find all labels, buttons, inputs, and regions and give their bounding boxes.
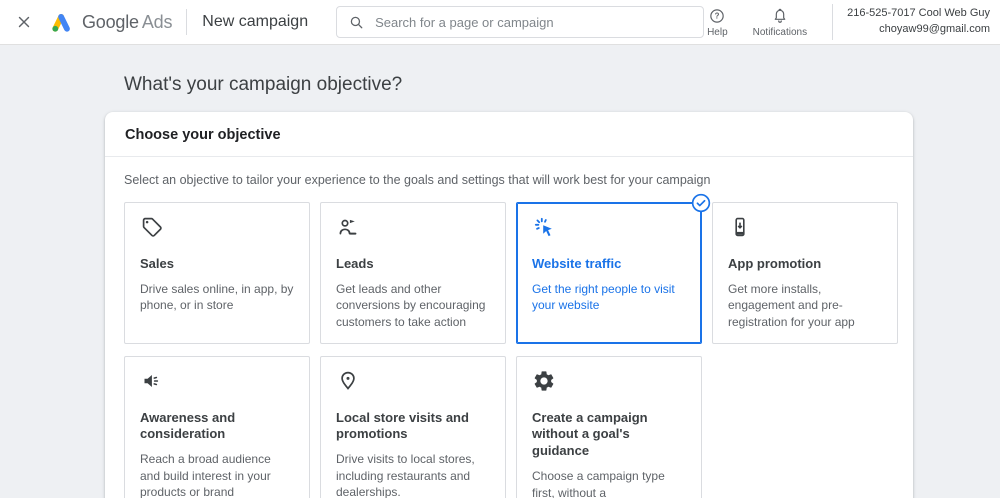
topbar-right: ? Help Notifications 216-525-7017 Cool W… [707, 4, 994, 40]
top-bar: GoogleAds New campaign ? Help Notificati… [0, 0, 1000, 45]
notifications-button[interactable]: Notifications [753, 7, 807, 38]
brand-wordmark: GoogleAds [82, 12, 172, 33]
objective-card-app-promotion[interactable]: App promotion Get more installs, engagem… [712, 202, 898, 344]
objective-card-leads[interactable]: Leads Get leads and other conversions by… [320, 202, 506, 344]
objective-description: Drive visits to local stores, including … [336, 451, 490, 498]
panel-title: Choose your objective [105, 112, 913, 157]
page-title: New campaign [202, 13, 308, 31]
google-ads-logo-icon [48, 10, 73, 35]
objective-title: Awareness and consideration [140, 410, 294, 444]
svg-text:?: ? [715, 11, 720, 20]
objective-title: Create a campaign without a goal's guida… [532, 410, 686, 461]
objective-title: Website traffic [532, 256, 686, 273]
objective-grid: Sales Drive sales online, in app, by pho… [124, 202, 898, 498]
objective-title: Local store visits and promotions [336, 410, 490, 444]
close-icon [15, 13, 33, 31]
objective-description: Get the right people to visit your websi… [532, 281, 686, 314]
account-email: choyaw99@gmail.com [847, 22, 990, 38]
bell-icon [771, 7, 789, 25]
brand-ads: Ads [142, 12, 172, 32]
megaphone-icon [140, 369, 164, 393]
objective-panel: Choose your objective Select an objectiv… [105, 112, 913, 498]
objective-card-create-a-campaign-without-a-goal-s-guidance[interactable]: Create a campaign without a goal's guida… [516, 356, 702, 498]
objective-title: App promotion [728, 256, 882, 273]
phone-download-icon [728, 215, 752, 239]
account-info[interactable]: 216-525-7017 Cool Web Guy choyaw99@gmail… [832, 4, 994, 40]
help-button[interactable]: ? Help [707, 7, 728, 38]
close-button[interactable] [10, 8, 38, 36]
person-leads-icon [336, 215, 360, 239]
topbar-divider [186, 9, 187, 35]
price-tag-icon [140, 215, 164, 239]
help-label: Help [707, 27, 728, 38]
objective-description: Reach a broad audience and build interes… [140, 451, 294, 498]
objective-card-awareness-and-consideration[interactable]: Awareness and consideration Reach a broa… [124, 356, 310, 498]
search-box[interactable] [336, 6, 704, 38]
notifications-label: Notifications [753, 27, 807, 38]
objective-card-sales[interactable]: Sales Drive sales online, in app, by pho… [124, 202, 310, 344]
objective-card-local-store-visits-and-promotions[interactable]: Local store visits and promotions Drive … [320, 356, 506, 498]
help-icon: ? [708, 7, 726, 25]
brand-google: Google [82, 12, 139, 32]
selected-check-icon [691, 193, 711, 213]
objective-title: Leads [336, 256, 490, 273]
objective-description: Choose a campaign type first, without a … [532, 468, 686, 498]
objective-description: Get leads and other conversions by encou… [336, 281, 490, 331]
objective-description: Drive sales online, in app, by phone, or… [140, 281, 294, 314]
panel-subtitle: Select an objective to tailor your exper… [124, 173, 898, 187]
panel-body: Select an objective to tailor your exper… [105, 157, 913, 498]
objective-card-website-traffic[interactable]: Website traffic Get the right people to … [516, 202, 702, 344]
objective-description: Get more installs, engagement and pre-re… [728, 281, 882, 331]
search-input[interactable] [375, 15, 692, 30]
search-icon [348, 14, 365, 31]
gear-icon [532, 369, 556, 393]
objective-title: Sales [140, 256, 294, 273]
cursor-click-icon [532, 215, 556, 239]
page-heading: What's your campaign objective? [124, 74, 1000, 96]
location-pin-icon [336, 369, 360, 393]
account-name: 216-525-7017 Cool Web Guy [847, 6, 990, 22]
